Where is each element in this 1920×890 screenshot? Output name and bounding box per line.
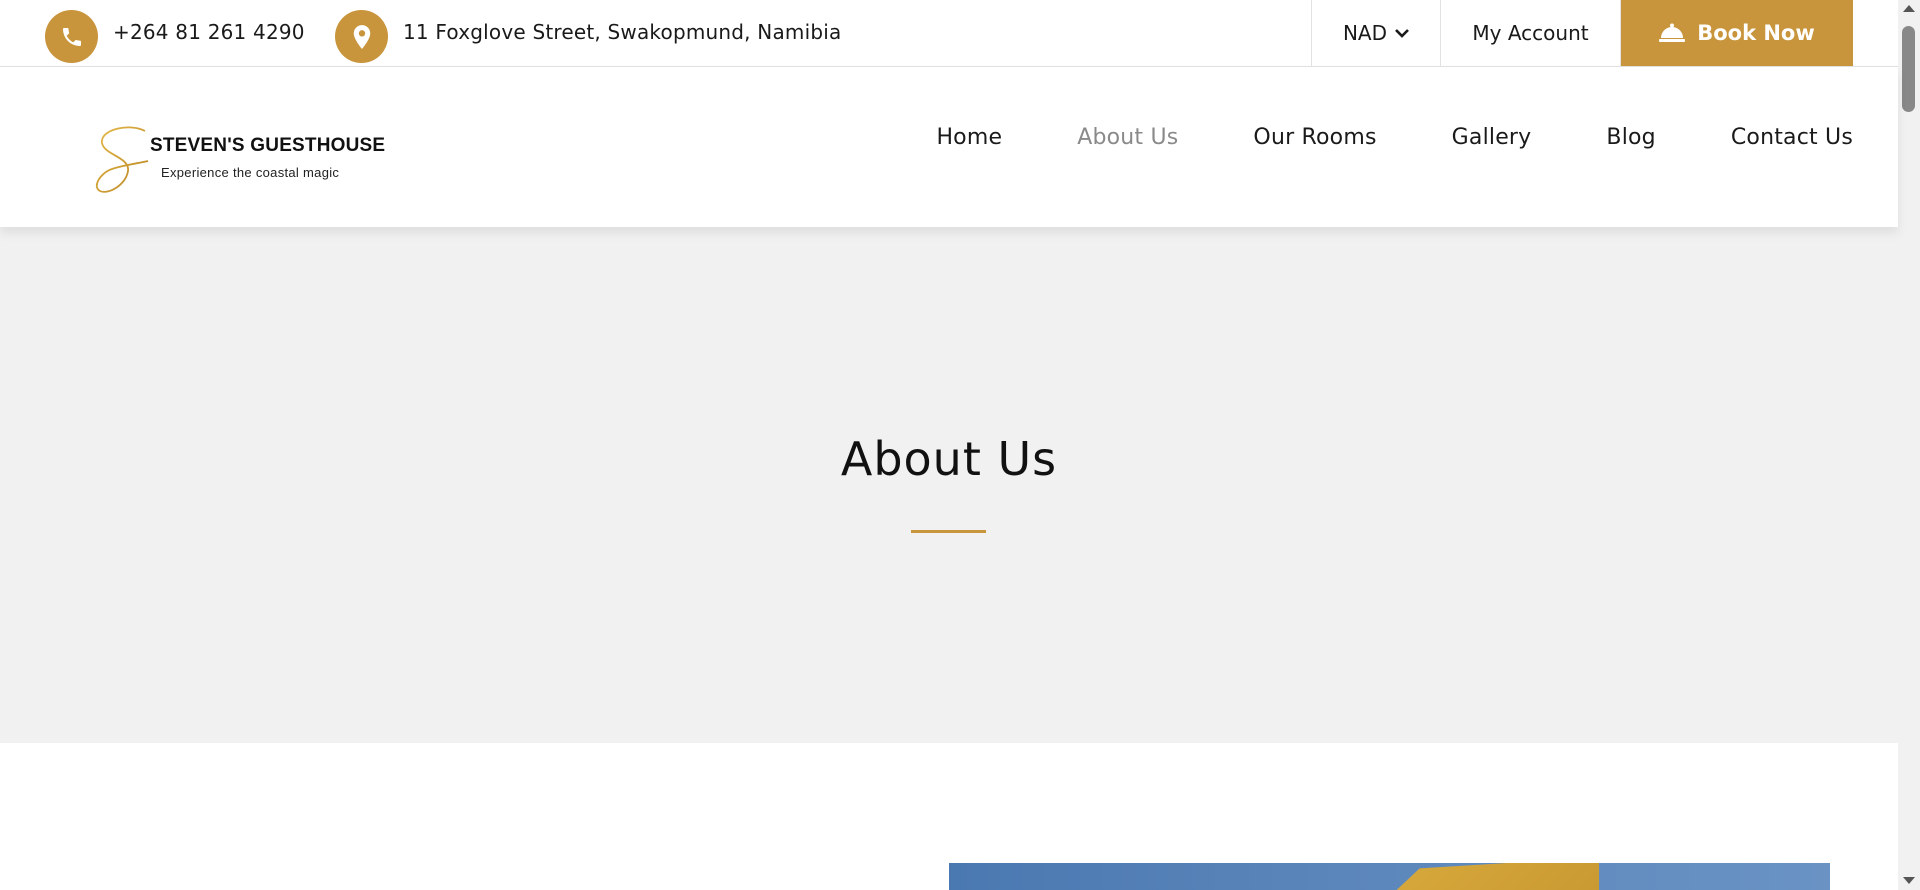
book-now-button[interactable]: Book Now [1621, 0, 1853, 66]
brand-tagline: Experience the coastal magic [161, 165, 340, 180]
address-contact: 11 Foxglove Street, Swakopmund, Namibia [335, 10, 841, 63]
currency-selector[interactable]: NAD [1311, 0, 1441, 66]
brand-logo[interactable]: STEVEN'S GUESTHOUSE Experience the coast… [90, 126, 390, 207]
phone-icon [45, 10, 98, 63]
page-hero: About Us [0, 227, 1898, 743]
phone-contact[interactable]: +264 81 261 4290 [45, 10, 305, 63]
page-scrollbar[interactable] [1898, 0, 1920, 890]
phone-number[interactable]: +264 81 261 4290 [113, 20, 305, 44]
page-title: About Us [840, 432, 1058, 486]
my-account-link[interactable]: My Account [1441, 0, 1621, 66]
nav-item-blog[interactable]: Blog [1606, 125, 1655, 150]
nav-item-about-us[interactable]: About Us [1077, 125, 1178, 150]
map-pin-icon [335, 10, 388, 63]
main-header: STEVEN'S GUESTHOUSE Experience the coast… [0, 67, 1898, 227]
script-s-logo-icon [95, 126, 149, 193]
nav-item-contact-us[interactable]: Contact Us [1731, 125, 1853, 150]
title-divider [911, 530, 986, 533]
nav-item-our-rooms[interactable]: Our Rooms [1253, 125, 1376, 150]
scroll-down-icon[interactable] [1903, 877, 1915, 884]
scrollbar-thumb[interactable] [1902, 26, 1915, 112]
currency-label: NAD [1342, 21, 1388, 45]
top-bar: +264 81 261 4290 11 Foxglove Street, Swa… [0, 0, 1898, 67]
chevron-down-icon [1395, 29, 1409, 38]
main-nav: Home About Us Our Rooms Gallery Blog Con… [861, 125, 1853, 150]
scroll-up-icon[interactable] [1903, 5, 1915, 12]
book-now-label: Book Now [1697, 21, 1815, 45]
nav-item-gallery[interactable]: Gallery [1452, 125, 1532, 150]
top-right-actions: NAD My Account Book Now [1311, 0, 1853, 66]
brand-name: STEVEN'S GUESTHOUSE [150, 135, 386, 156]
address-text: 11 Foxglove Street, Swakopmund, Namibia [403, 19, 842, 44]
about-photo [949, 863, 1830, 890]
nav-item-home[interactable]: Home [936, 125, 1002, 150]
service-bell-icon [1659, 23, 1686, 42]
photo-building [1396, 863, 1599, 890]
